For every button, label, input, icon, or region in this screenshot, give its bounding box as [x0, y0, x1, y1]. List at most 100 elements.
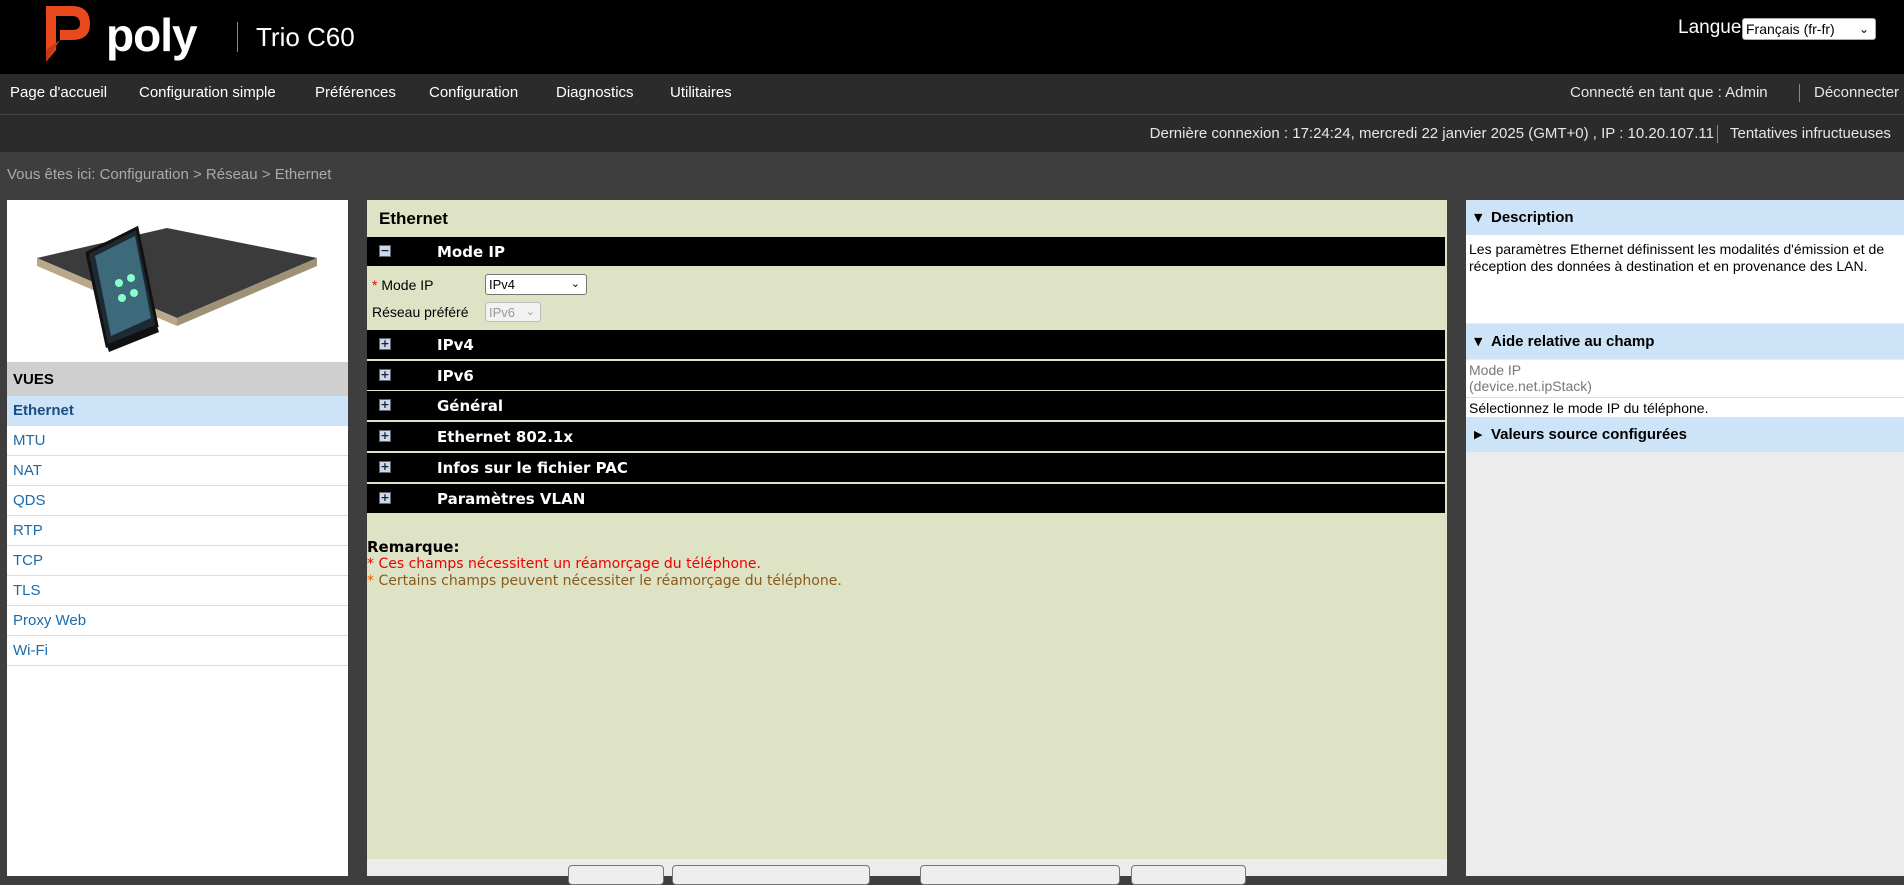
nav-utilities[interactable]: Utilitaires [670, 84, 732, 101]
field-help-title: Aide relative au champ [1491, 333, 1655, 350]
failed-attempts-info: Tentatives infructueuses [1730, 125, 1891, 142]
remark-reboot-required: * Ces champs nécessitent un réamorçage d… [367, 556, 761, 572]
section-label: IPv4 [437, 336, 474, 354]
nav-settings[interactable]: Configuration [429, 84, 518, 101]
view-item-mtu[interactable]: MTU [7, 426, 348, 456]
description-header[interactable]: ▼ Description [1466, 200, 1904, 235]
preferred-network-value: IPv6 [489, 305, 516, 320]
mode-ip-label-text: Mode IP [381, 277, 434, 293]
settings-panel: Ethernet − Mode IP * Mode IP IPv4 ⌄ Rése… [367, 200, 1447, 885]
section-ipv4[interactable]: + IPv4 [367, 330, 1445, 359]
nav-simple-setup[interactable]: Configuration simple [139, 84, 276, 101]
views-header: VUES [7, 362, 348, 396]
section-mode-ip[interactable]: − Mode IP [367, 237, 1445, 266]
section-label: Paramètres VLAN [437, 490, 586, 508]
action-button[interactable] [568, 865, 664, 885]
view-item-ethernet[interactable]: Ethernet [7, 396, 348, 426]
remark-mark: * [367, 573, 374, 589]
description-text: Les paramètres Ethernet définissent les … [1469, 241, 1885, 274]
action-button[interactable] [672, 865, 870, 885]
section-vlan-settings[interactable]: + Paramètres VLAN [367, 484, 1445, 513]
collapse-icon[interactable]: − [379, 245, 391, 257]
field-help-text: Sélectionnez le mode IP du téléphone. [1469, 400, 1709, 416]
section-general[interactable]: + Général [367, 391, 1445, 420]
description-title: Description [1491, 209, 1574, 226]
nav-divider [1799, 84, 1800, 102]
top-header: poly Trio C60 Langue Français (fr-fr) ⌄ [0, 0, 1904, 74]
caret-down-icon: ▼ [1474, 335, 1483, 348]
language-label: Langue [1678, 17, 1742, 38]
expand-icon[interactable]: + [379, 461, 391, 473]
action-button[interactable] [1131, 865, 1246, 885]
section-ethernet-8021x[interactable]: + Ethernet 802.1x [367, 422, 1445, 451]
divider [1466, 397, 1904, 398]
header-divider [237, 22, 238, 52]
mode-ip-value: IPv4 [489, 277, 516, 292]
view-item-qds[interactable]: QDS [7, 486, 348, 516]
mode-ip-select[interactable]: IPv4 ⌄ [485, 274, 587, 295]
field-help-body: Mode IP (device.net.ipStack) Sélectionne… [1466, 360, 1904, 417]
configured-sources-title: Valeurs source configurées [1491, 426, 1687, 443]
expand-icon[interactable]: + [379, 338, 391, 350]
breadcrumb-separator: > [261, 166, 271, 183]
remark-reboot-may-text: Certains champs peuvent nécessiter le ré… [378, 573, 842, 589]
poly-logo-icon [46, 6, 90, 62]
nav-diagnostics[interactable]: Diagnostics [556, 84, 634, 101]
caret-down-icon: ▼ [1474, 211, 1483, 224]
chevron-down-icon: ⌄ [1858, 22, 1869, 36]
page-title: Ethernet [379, 209, 448, 228]
expand-icon[interactable]: + [379, 399, 391, 411]
chevron-down-icon: ⌄ [525, 305, 535, 318]
mode-ip-label: * Mode IP [372, 277, 433, 293]
breadcrumb-item: Ethernet [274, 166, 332, 183]
section-ipv6[interactable]: + IPv6 [367, 361, 1445, 390]
description-body: Les paramètres Ethernet définissent les … [1466, 235, 1904, 323]
nav-preferences[interactable]: Préférences [315, 84, 396, 101]
required-mark: * [372, 277, 378, 293]
status-divider [1717, 125, 1718, 143]
breadcrumb-item[interactable]: Configuration [100, 166, 189, 183]
views-title: VUES [13, 371, 54, 388]
view-item-nat[interactable]: NAT [7, 456, 348, 486]
section-label: Ethernet 802.1x [437, 428, 574, 446]
button-bar [367, 859, 1447, 876]
expand-icon[interactable]: + [379, 430, 391, 442]
preferred-network-label: Réseau préféré [372, 304, 469, 320]
breadcrumb-item[interactable]: Réseau [206, 166, 258, 183]
language-value: Français (fr-fr) [1746, 21, 1835, 37]
breadcrumb-prefix: Vous êtes ici: [7, 166, 96, 183]
field-help-name: Mode IP [1469, 362, 1522, 378]
logged-in-user: Connecté en tant que : Admin [1570, 84, 1768, 101]
view-item-wifi[interactable]: Wi-Fi [7, 636, 348, 666]
action-button[interactable] [920, 865, 1120, 885]
logout-link[interactable]: Déconnecter [1814, 84, 1899, 101]
caret-right-icon: ▶ [1474, 428, 1483, 441]
expand-icon[interactable]: + [379, 492, 391, 504]
nav-home[interactable]: Page d'accueil [10, 84, 107, 101]
field-help-header[interactable]: ▼ Aide relative au champ [1466, 324, 1904, 359]
language-select[interactable]: Français (fr-fr) ⌄ [1742, 18, 1876, 40]
section-label: Général [437, 397, 503, 415]
chevron-down-icon: ⌄ [570, 277, 580, 290]
view-item-tcp[interactable]: TCP [7, 546, 348, 576]
view-item-proxy-web[interactable]: Proxy Web [7, 606, 348, 636]
expand-icon[interactable]: + [379, 369, 391, 381]
remark-reboot-may-required: * Certains champs peuvent nécessiter le … [367, 573, 842, 589]
section-pac-file-info[interactable]: + Infos sur le fichier PAC [367, 453, 1445, 482]
section-label: Mode IP [437, 243, 505, 261]
breadcrumb: Vous êtes ici: Configuration > Réseau > … [7, 166, 331, 183]
remark-title: Remarque: [367, 538, 460, 556]
section-label: Infos sur le fichier PAC [437, 459, 628, 477]
view-item-tls[interactable]: TLS [7, 576, 348, 606]
configured-sources-header[interactable]: ▶ Valeurs source configurées [1466, 417, 1904, 452]
help-panel: ▼ Description Les paramètres Ethernet dé… [1466, 200, 1904, 876]
views-list: Ethernet MTU NAT QDS RTP TCP TLS Proxy W… [7, 396, 348, 666]
brand-name: poly [106, 9, 198, 61]
status-bar: Dernière connexion : 17:24:24, mercredi … [0, 115, 1904, 152]
device-image [37, 225, 317, 352]
field-help-param: (device.net.ipStack) [1469, 378, 1592, 394]
main-nav: Page d'accueil Configuration simple Préf… [0, 74, 1904, 115]
view-item-rtp[interactable]: RTP [7, 516, 348, 546]
preferred-network-select: IPv6 ⌄ [485, 302, 541, 322]
left-sidebar: VUES Ethernet MTU NAT QDS RTP TCP TLS Pr… [7, 200, 348, 876]
